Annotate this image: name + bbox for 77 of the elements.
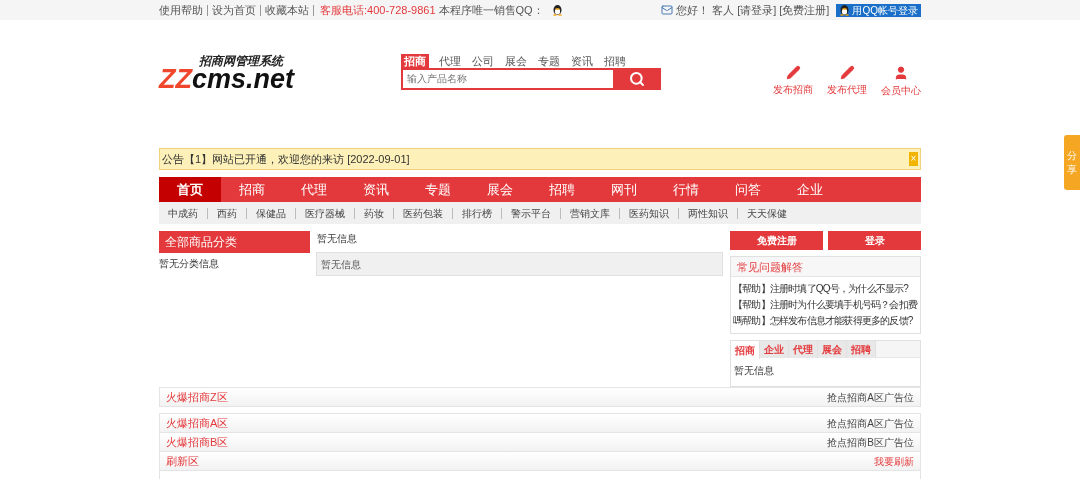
nav-item[interactable]: 专题 <box>407 177 469 202</box>
nav-item[interactable]: 招商 <box>221 177 283 202</box>
sub-nav-item[interactable]: 医疗器械 <box>295 207 345 219</box>
empty-message: 暂无信息 <box>733 364 775 378</box>
pencil-icon <box>839 65 855 80</box>
info-tab[interactable]: 招商 <box>731 341 760 359</box>
nav-item[interactable]: 代理 <box>283 177 345 202</box>
user-name: 客人 <box>712 2 735 18</box>
nav-item[interactable]: 网刊 <box>593 177 655 202</box>
account-button[interactable]: 登录 <box>828 231 921 250</box>
sub-nav-item[interactable]: 医药包装 <box>393 207 443 219</box>
info-tab[interactable]: 企业 <box>760 341 789 358</box>
zone-title: 火爆招商B区 <box>166 434 229 450</box>
faq-link[interactable]: 【帮助】注册时填了QQ号，为什么不显示? <box>733 281 918 297</box>
sub-nav-item[interactable]: 药妆 <box>354 207 384 219</box>
header-action[interactable]: 发布代理 <box>827 65 867 98</box>
sub-nav-item[interactable]: 天天保健 <box>737 207 787 219</box>
zone-link[interactable]: 抢点招商A区广告位 <box>827 389 914 405</box>
nav-item[interactable]: 展会 <box>469 177 531 202</box>
sub-nav-item[interactable]: 警示平台 <box>501 207 551 219</box>
zone-link[interactable]: 抢点招商B区广告位 <box>827 434 914 450</box>
sub-nav-item[interactable]: 中成药 <box>168 207 198 219</box>
zone-title: 刷新区 <box>166 453 199 469</box>
search-button[interactable] <box>613 67 661 90</box>
search-tab[interactable]: 招商 <box>401 53 429 68</box>
nav-item[interactable]: 招聘 <box>531 177 593 202</box>
faq-title: 常见问题解答 <box>731 257 920 277</box>
search-tab[interactable]: 代理 <box>434 53 466 68</box>
pencil-icon <box>785 65 801 80</box>
sub-nav-item[interactable]: 西药 <box>207 207 237 219</box>
info-tab[interactable]: 展会 <box>818 341 847 358</box>
sub-nav-item[interactable]: 保健品 <box>246 207 286 219</box>
info-tab[interactable]: 代理 <box>789 341 818 358</box>
hotline: 客服电话:400-728-9861 <box>320 2 436 18</box>
qq-label: 本程序唯一销售QQ： <box>438 2 544 18</box>
sub-nav-item[interactable]: 两性知识 <box>678 207 728 219</box>
user-icon <box>893 65 909 81</box>
search-tab[interactable]: 展会 <box>500 53 532 68</box>
sub-nav-item[interactable]: 营销文库 <box>560 207 610 219</box>
greeting: 您好！ <box>676 2 710 18</box>
qq-login-button[interactable]: 用QQ帐号登录 <box>836 3 921 17</box>
search-tab[interactable]: 公司 <box>467 53 499 68</box>
register-link[interactable]: [免费注册] <box>779 1 830 19</box>
top-link[interactable]: 使用帮助 <box>159 4 208 16</box>
empty-message: 暂无分类信息 <box>159 257 220 271</box>
penguin-icon <box>551 4 563 16</box>
account-button[interactable]: 免费注册 <box>730 231 823 250</box>
nav-item[interactable]: 问答 <box>717 177 779 202</box>
zone-link[interactable]: 我要刷新 <box>874 453 914 469</box>
search-icon <box>629 70 645 87</box>
category-header: 全部商品分类 <box>159 231 310 253</box>
search-tab[interactable]: 招聘 <box>599 53 631 68</box>
top-link[interactable]: 收藏本站 <box>265 4 314 16</box>
search-tab[interactable]: 专题 <box>533 53 565 68</box>
zone-title: 火爆招商A区 <box>166 415 229 431</box>
info-tab[interactable]: 招聘 <box>847 341 876 358</box>
faq-link[interactable]: 【帮助】注册时为什么要填手机号码？会扣费 <box>733 297 918 313</box>
sub-nav-item[interactable]: 排行榜 <box>452 207 492 219</box>
search-tab[interactable]: 资讯 <box>566 53 598 68</box>
mail-icon <box>661 4 674 16</box>
login-link[interactable]: [请登录] <box>737 1 777 19</box>
nav-item[interactable]: 首页 <box>159 177 221 202</box>
faq-link[interactable]: 嗎帮助】怎样发布信息才能获得更多的反馈? <box>733 313 918 329</box>
sub-nav-item[interactable]: 医药知识 <box>619 207 669 219</box>
empty-message: 暂无信息 <box>316 232 358 246</box>
zone-link[interactable]: 抢点招商A区广告位 <box>827 415 914 431</box>
empty-message: 暂无信息 <box>321 257 361 272</box>
top-link[interactable]: 设为首页 <box>212 4 261 16</box>
header-action[interactable]: 发布招商 <box>773 65 813 98</box>
nav-item[interactable]: 资讯 <box>345 177 407 202</box>
nav-item[interactable]: 行情 <box>655 177 717 202</box>
search-field[interactable]: 输入产品名称 <box>401 67 613 90</box>
penguin-icon <box>839 4 851 16</box>
zone-title: 火爆招商Z区 <box>166 389 228 405</box>
nav-item[interactable]: 企业 <box>779 177 841 202</box>
notice-text: 公告【1】网站已开通，欢迎您的来访 [2022-09-01] <box>162 151 410 167</box>
header-action[interactable]: 会员中心 <box>881 65 921 98</box>
